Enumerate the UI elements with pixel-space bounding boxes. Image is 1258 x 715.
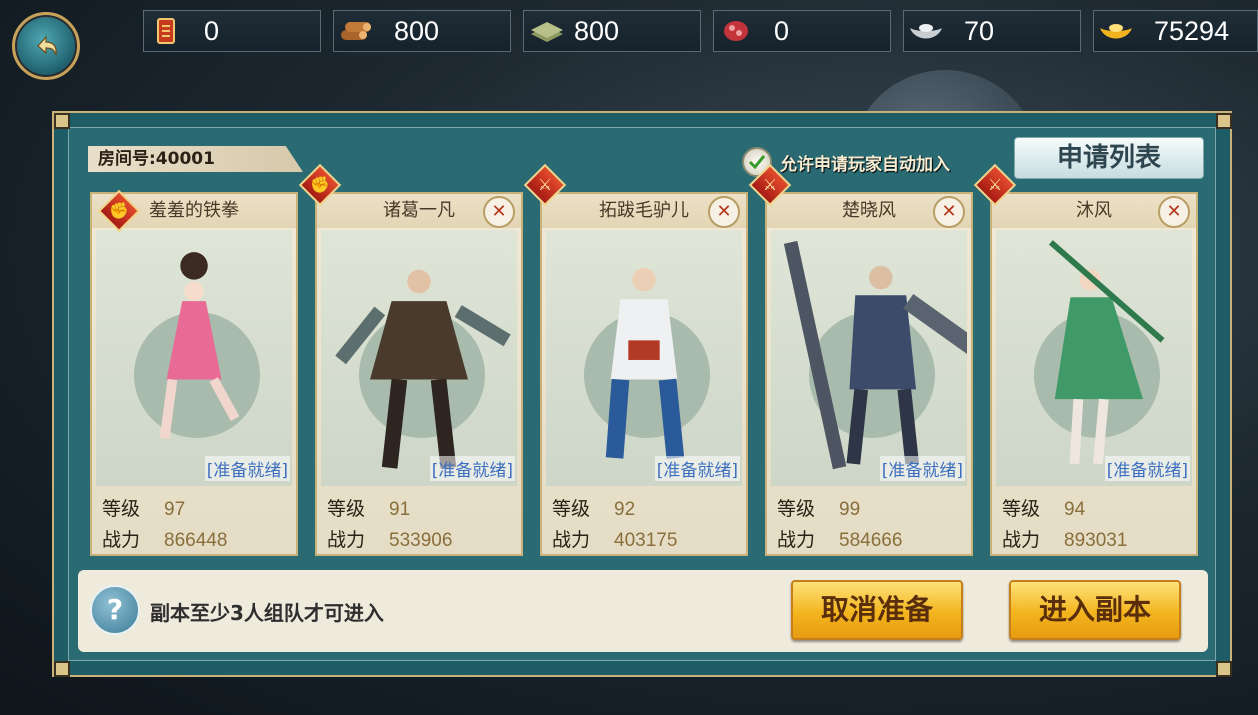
power-value: 866448 — [164, 530, 228, 551]
resource-wood-value: 800 — [394, 15, 440, 46]
level-label: 等级 — [777, 498, 816, 520]
character-portrait — [546, 230, 742, 486]
kick-member-button[interactable]: ✕ — [708, 196, 740, 228]
ready-status: [准备就绪] — [204, 456, 290, 481]
level-label: 等级 — [102, 498, 141, 520]
resource-gold: 75294 — [1093, 10, 1258, 52]
back-button[interactable] — [12, 12, 80, 80]
member-stats: 等级 92 战力 403175 — [552, 494, 677, 556]
member-stats: 等级 99 战力 584666 — [777, 494, 902, 556]
resource-meat: 0 — [713, 10, 891, 52]
member-stats: 等级 91 战力 533906 — [327, 494, 452, 556]
level-value: 94 — [1064, 499, 1086, 520]
power-label: 战力 — [552, 529, 591, 551]
member-stats: 等级 94 战力 893031 — [1002, 494, 1127, 556]
apply-list-button[interactable]: 申请列表 — [1014, 137, 1204, 179]
help-icon[interactable]: ? — [90, 585, 140, 635]
resource-cloth-value: 800 — [574, 15, 620, 46]
resource-cloth: 800 — [523, 10, 701, 52]
room-number: 房间号:40001 — [88, 146, 303, 172]
panel-corner — [54, 661, 70, 677]
wood-icon — [334, 13, 378, 49]
level-value: 91 — [389, 499, 411, 520]
member-card[interactable]: 诸葛一凡 ✕ [准备就绪] 等级 91 战力 533906 — [315, 192, 523, 556]
member-card[interactable]: 拓跋毛驴儿 ✕ [准备就绪] 等级 92 战力 403175 — [540, 192, 748, 556]
member-card[interactable]: 羞羞的铁拳 [准备就绪] 等级 97 战力 866448 — [90, 192, 298, 556]
resource-meat-value: 0 — [774, 15, 790, 46]
enter-dungeon-button[interactable]: 进入副本 — [1009, 580, 1181, 640]
cancel-ready-button[interactable]: 取消准备 — [791, 580, 963, 640]
kick-member-button[interactable]: ✕ — [933, 196, 965, 228]
gold-ingot-icon — [1094, 13, 1138, 49]
power-value: 403175 — [614, 530, 678, 551]
ready-status: [准备就绪] — [429, 456, 515, 481]
resource-wood: 800 — [333, 10, 511, 52]
silver-ingot-icon — [904, 13, 948, 49]
resource-token: 0 — [143, 10, 321, 52]
level-label: 等级 — [327, 498, 366, 520]
member-card[interactable]: 楚晓风 ✕ [准备就绪] 等级 99 战力 584666 — [765, 192, 973, 556]
cloth-icon — [524, 13, 568, 49]
token-icon — [144, 13, 188, 49]
power-label: 战力 — [1002, 529, 1041, 551]
panel-corner — [1216, 113, 1232, 129]
power-value: 533906 — [389, 530, 453, 551]
panel-corner — [54, 113, 70, 129]
resource-silver-value: 70 — [964, 15, 995, 46]
level-value: 97 — [164, 499, 186, 520]
resource-gold-value: 75294 — [1154, 15, 1230, 46]
level-value: 99 — [839, 499, 861, 520]
power-value: 893031 — [1064, 530, 1128, 551]
character-portrait — [321, 230, 517, 486]
party-requirement-tip: 副本至少3人组队才可进入 — [150, 601, 384, 625]
level-value: 92 — [614, 499, 636, 520]
kick-member-button[interactable]: ✕ — [483, 196, 515, 228]
ready-status: [准备就绪] — [654, 456, 740, 481]
member-stats: 等级 97 战力 866448 — [102, 494, 227, 556]
resource-token-value: 0 — [204, 15, 220, 46]
power-label: 战力 — [102, 529, 141, 551]
resource-silver: 70 — [903, 10, 1081, 52]
member-card[interactable]: 沐风 ✕ [准备就绪] 等级 94 战力 893031 — [990, 192, 1198, 556]
auto-join-label: 允许申请玩家自动加入 — [780, 154, 950, 175]
ready-status: [准备就绪] — [879, 456, 965, 481]
kick-member-button[interactable]: ✕ — [1158, 196, 1190, 228]
power-value: 584666 — [839, 530, 903, 551]
ready-status: [准备就绪] — [1104, 456, 1190, 481]
panel-corner — [1216, 661, 1232, 677]
power-label: 战力 — [777, 529, 816, 551]
level-label: 等级 — [552, 498, 591, 520]
character-portrait — [996, 230, 1192, 486]
back-arrow-icon — [37, 35, 57, 56]
level-label: 等级 — [1002, 498, 1041, 520]
meat-icon — [714, 13, 758, 49]
character-portrait — [771, 230, 967, 486]
power-label: 战力 — [327, 529, 366, 551]
character-portrait — [96, 230, 292, 486]
